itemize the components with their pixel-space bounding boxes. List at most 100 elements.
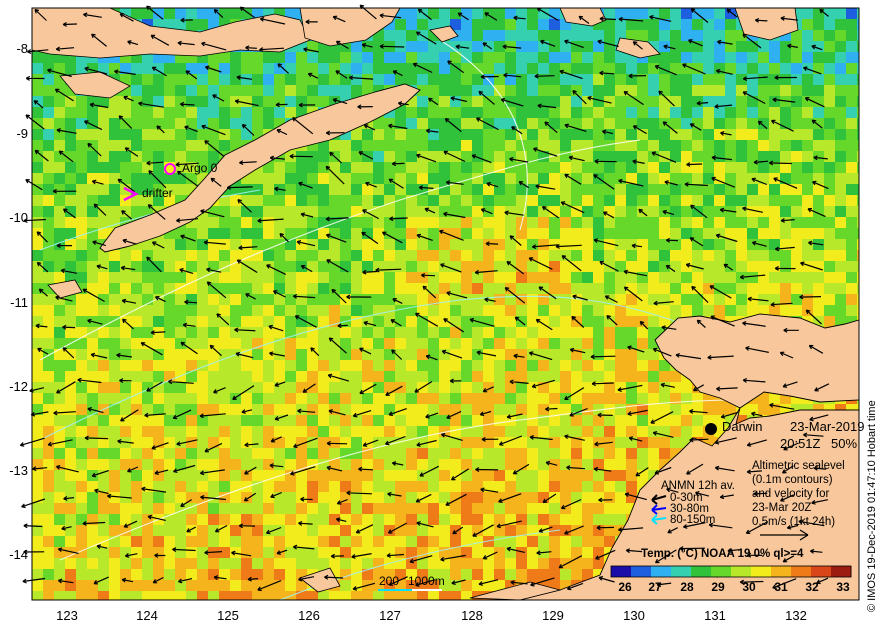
sst-pixel (208, 404, 219, 415)
sst-pixel (527, 217, 538, 228)
lon-tick: 128 (461, 608, 483, 623)
sst-pixel (505, 371, 516, 382)
sst-pixel (549, 382, 560, 393)
sst-pixel (615, 426, 626, 437)
sst-pixel (318, 52, 329, 63)
sst-pixel (461, 30, 472, 41)
sst-pixel (54, 195, 65, 206)
sst-pixel (461, 272, 472, 283)
sst-pixel (120, 558, 131, 569)
sst-pixel (549, 426, 560, 437)
sst-pixel (670, 173, 681, 184)
sst-pixel (670, 305, 681, 316)
sst-pixel (681, 393, 692, 404)
sst-pixel (296, 481, 307, 492)
sst-pixel (230, 305, 241, 316)
sst-pixel (109, 547, 120, 558)
sst-pixel (538, 360, 549, 371)
sst-pixel (87, 305, 98, 316)
sst-pixel (417, 173, 428, 184)
sst-pixel (703, 41, 714, 52)
sst-pixel (109, 250, 120, 261)
sst-pixel (175, 250, 186, 261)
sst-pixel (692, 393, 703, 404)
sst-pixel (802, 228, 813, 239)
sst-pixel (76, 107, 87, 118)
sst-pixel (472, 327, 483, 338)
sst-pixel (582, 371, 593, 382)
sst-pixel (252, 305, 263, 316)
sst-pixel (164, 415, 175, 426)
sst-pixel (483, 96, 494, 107)
sst-pixel (131, 470, 142, 481)
sst-pixel (120, 360, 131, 371)
sst-pixel (76, 426, 87, 437)
sst-pixel (318, 503, 329, 514)
sst-pixel (516, 261, 527, 272)
sst-pixel (296, 591, 307, 600)
sst-pixel (725, 74, 736, 85)
sst-pixel (65, 140, 76, 151)
sst-pixel (527, 338, 538, 349)
sst-pixel (263, 118, 274, 129)
sst-pixel (76, 327, 87, 338)
sst-pixel (615, 195, 626, 206)
sst-pixel (527, 382, 538, 393)
sst-pixel (120, 580, 131, 591)
sst-pixel (153, 85, 164, 96)
sst-pixel (175, 338, 186, 349)
sst-pixel (659, 404, 670, 415)
sst-pixel (109, 448, 120, 459)
sst-pixel (230, 63, 241, 74)
sst-pixel (296, 525, 307, 536)
sst-pixel (263, 305, 274, 316)
sst-pixel (472, 228, 483, 239)
sst-pixel (230, 459, 241, 470)
sst-pixel (362, 481, 373, 492)
sst-pixel (219, 327, 230, 338)
sst-pixel (582, 503, 593, 514)
sst-pixel (43, 272, 54, 283)
sst-pixel (615, 437, 626, 448)
sst-pixel (76, 448, 87, 459)
sst-pixel (329, 426, 340, 437)
sst-pixel (461, 327, 472, 338)
sst-pixel (296, 404, 307, 415)
sst-pixel (120, 536, 131, 547)
sst-pixel (109, 580, 120, 591)
sst-pixel (395, 74, 406, 85)
sst-pixel (340, 382, 351, 393)
sst-pixel (791, 107, 802, 118)
sst-pixel (571, 327, 582, 338)
sst-pixel (538, 305, 549, 316)
sst-pixel (494, 415, 505, 426)
sst-pixel (274, 250, 285, 261)
sst-pixel (120, 591, 131, 600)
sst-pixel (329, 327, 340, 338)
sst-pixel (516, 327, 527, 338)
sst-pixel (87, 382, 98, 393)
sst-pixel (54, 371, 65, 382)
sst-pixel (549, 360, 560, 371)
sst-pixel (263, 437, 274, 448)
sst-pixel (758, 272, 769, 283)
sst-pixel (219, 250, 230, 261)
sst-pixel (593, 206, 604, 217)
sst-pixel (120, 448, 131, 459)
sst-pixel (373, 481, 384, 492)
sst-pixel (846, 239, 857, 250)
sst-pixel (373, 74, 384, 85)
sst-pixel (252, 503, 263, 514)
sst-pixel (725, 140, 736, 151)
sst-pixel (692, 415, 703, 426)
sst-pixel (362, 536, 373, 547)
sst-pixel (285, 459, 296, 470)
sst-pixel (835, 52, 846, 63)
sst-pixel (461, 184, 472, 195)
sst-pixel (571, 514, 582, 525)
sst-pixel (604, 118, 615, 129)
sst-pixel (362, 162, 373, 173)
sst-pixel (417, 393, 428, 404)
sst-pixel (230, 85, 241, 96)
sst-pixel (593, 63, 604, 74)
